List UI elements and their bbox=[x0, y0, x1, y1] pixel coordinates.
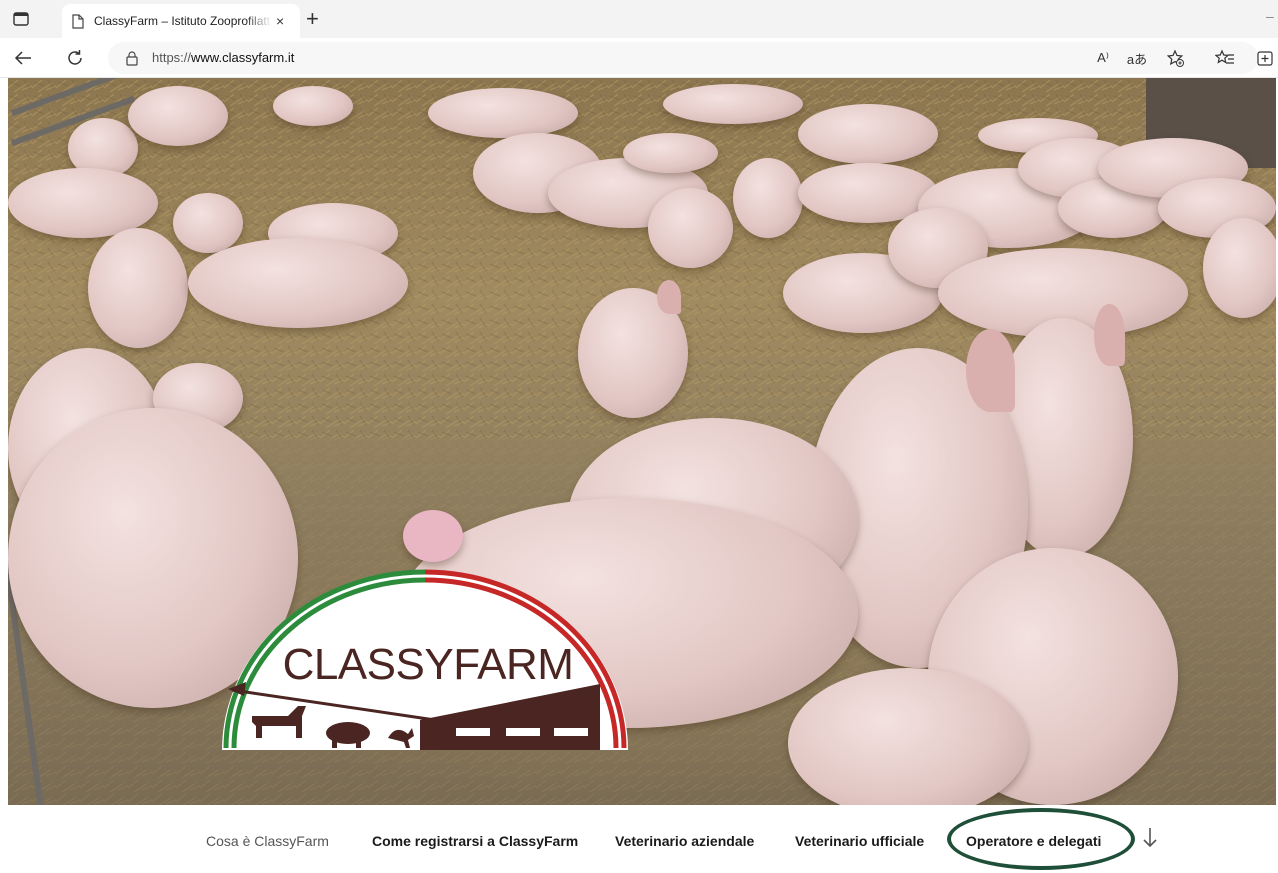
nav-link-veterinario-aziendale[interactable]: Veterinario aziendale bbox=[615, 833, 754, 849]
close-icon[interactable]: × bbox=[276, 13, 284, 29]
minimize-icon[interactable]: – bbox=[1266, 8, 1278, 24]
url-domain: www.classyfarm.it bbox=[191, 50, 295, 65]
pig bbox=[428, 88, 578, 138]
refresh-icon[interactable] bbox=[62, 45, 88, 71]
read-aloud-icon[interactable]: A⁾ bbox=[1090, 46, 1116, 70]
pig bbox=[273, 86, 353, 126]
arrow-down-icon[interactable] bbox=[1142, 826, 1158, 850]
hero-image-pig-pen bbox=[8, 78, 1276, 805]
pig bbox=[128, 86, 228, 146]
pig bbox=[798, 104, 938, 164]
pig bbox=[88, 228, 188, 348]
address-bar[interactable]: https://www.classyfarm.it A⁾ aあ bbox=[108, 42, 1258, 74]
lock-icon[interactable] bbox=[124, 50, 140, 66]
pig bbox=[788, 668, 1028, 805]
pig bbox=[173, 193, 243, 253]
pig bbox=[733, 158, 803, 238]
url-text[interactable]: https://www.classyfarm.it bbox=[152, 50, 294, 65]
pig bbox=[578, 280, 688, 418]
classyfarm-logo[interactable]: CLASSYFARM bbox=[220, 556, 630, 752]
back-icon[interactable] bbox=[10, 45, 36, 71]
pig bbox=[648, 188, 733, 268]
pig bbox=[623, 133, 718, 173]
add-favorite-icon[interactable] bbox=[1162, 46, 1188, 70]
nav-link-cosa-e-classyfarm[interactable]: Cosa è ClassyFarm bbox=[206, 833, 329, 849]
page-icon bbox=[70, 13, 86, 29]
pig bbox=[663, 84, 803, 124]
logo-text: CLASSYFARM bbox=[282, 640, 574, 689]
browser-tab-bar: ClassyFarm – Istituto Zooprofilatt × + – bbox=[0, 0, 1278, 38]
browser-tab-classyfarm[interactable]: ClassyFarm – Istituto Zooprofilatt × bbox=[62, 4, 300, 38]
browser-toolbar: https://www.classyfarm.it A⁾ aあ bbox=[0, 38, 1278, 78]
pig bbox=[1203, 218, 1276, 318]
pig-tail bbox=[403, 510, 463, 562]
nav-link-veterinario-ufficiale[interactable]: Veterinario ufficiale bbox=[795, 833, 924, 849]
collections-icon[interactable] bbox=[1252, 45, 1278, 71]
tab-title: ClassyFarm – Istituto Zooprofilatt bbox=[94, 14, 271, 28]
new-tab-icon[interactable]: + bbox=[306, 6, 319, 32]
tab-actions-icon[interactable] bbox=[10, 9, 32, 29]
highlight-ring bbox=[947, 808, 1135, 870]
nav-link-come-registrarsi[interactable]: Come registrarsi a ClassyFarm bbox=[372, 833, 578, 849]
translate-icon[interactable]: aあ bbox=[1124, 46, 1150, 70]
pig bbox=[188, 238, 408, 328]
favorites-icon[interactable] bbox=[1212, 45, 1238, 71]
url-scheme: https:// bbox=[152, 50, 192, 65]
